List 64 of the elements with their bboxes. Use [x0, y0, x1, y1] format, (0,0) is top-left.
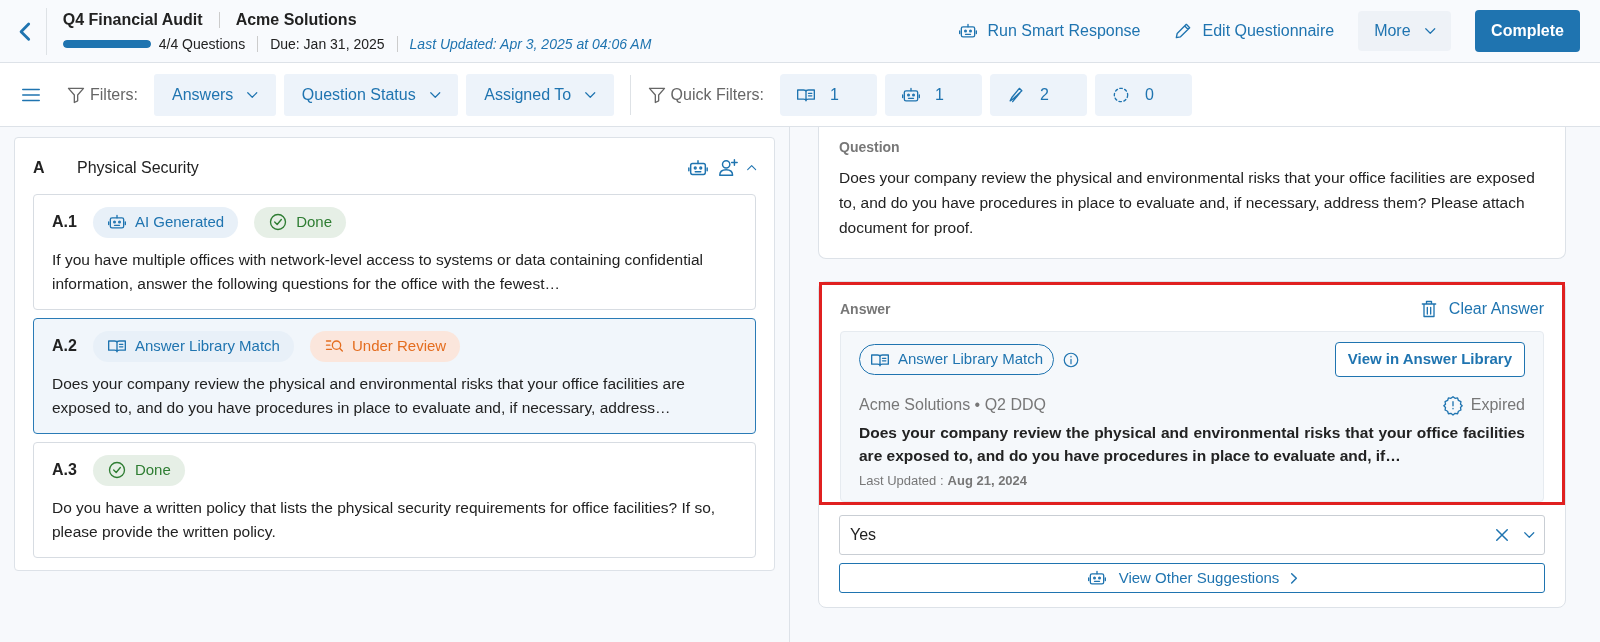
- robot-icon: [957, 21, 978, 41]
- question-text: Does your company review the physical and environmental risks that your office facilities are exposed to, and do you have procedures in place to evaluate and, if necessary, address…: [52, 373, 686, 419]
- info-button[interactable]: [1062, 350, 1081, 369]
- question-label: Question: [839, 138, 901, 157]
- status-tag: Done: [92, 455, 185, 486]
- view-library-button[interactable]: View in Answer Library: [1334, 342, 1525, 377]
- section-letter: A: [33, 158, 46, 178]
- back-icon: [20, 23, 30, 41]
- question-text: Does your company review the physical and environmental risks that your office facilities are exposed to, and do you have procedures in place to evaluate and, if necessary, address them? Please attach document for proof.: [839, 168, 1536, 238]
- question-card[interactable]: A.3 Done Do you have a written policy that lists the physical security requirements for office facilities? If so, please provide the written policy.: [33, 442, 756, 559]
- complete-button[interactable]: Complete: [1475, 10, 1580, 52]
- updated-label: Last Updated :: [859, 472, 944, 491]
- quick-filter-button[interactable]: 0: [1094, 73, 1192, 116]
- quick-filter-button[interactable]: 1: [779, 73, 877, 116]
- chevron-down-icon: [1424, 28, 1436, 34]
- last-updated: Last Updated: Apr 3, 2025 at 04:06 AM: [409, 34, 652, 54]
- dropdown-button[interactable]: [1523, 531, 1534, 538]
- check-circle-icon: [268, 212, 289, 233]
- chevron-down-icon: [585, 91, 596, 98]
- question-count: 4/4 Questions: [158, 34, 246, 54]
- more-button[interactable]: More: [1358, 11, 1452, 51]
- info-icon: [1062, 350, 1081, 369]
- question-number: A.3: [52, 460, 77, 481]
- chevron-down-icon: [247, 91, 258, 98]
- client-name: Acme Solutions: [235, 9, 357, 30]
- quick-filters-label: Quick Filters:: [670, 84, 764, 105]
- questionnaire-title: Q4 Financial Audit: [62, 9, 203, 30]
- filter-dropdown[interactable]: Question Status: [283, 73, 459, 116]
- question-card[interactable]: A.1 AI Generated Done If you have multiple offices with network-level access to systems or data containing confidential information, answer the following questions for the office with the fewest…: [33, 194, 756, 311]
- status-text: Expired: [1470, 394, 1525, 415]
- edit-button[interactable]: Edit Questionnaire: [1164, 13, 1343, 49]
- chevron-down-icon: [429, 91, 441, 98]
- suggestions-button[interactable]: View Other Suggestions: [839, 562, 1545, 593]
- filters-label: Filters:: [90, 84, 138, 105]
- question-number: A.1: [52, 212, 77, 233]
- answer-label: Answer: [840, 299, 891, 319]
- user-plus-icon: [716, 157, 739, 179]
- quick-filter-button[interactable]: 2: [989, 73, 1087, 116]
- smart-response-button[interactable]: Run Smart Response: [949, 13, 1149, 49]
- status-tag: Under Review: [309, 331, 461, 362]
- clear-answer-button[interactable]: Clear Answer: [1418, 297, 1544, 322]
- status-tag: Answer Library Match: [92, 331, 294, 362]
- chevron-right-icon: [1291, 572, 1298, 584]
- status-tag: Done: [254, 207, 346, 238]
- chevron-down-icon: [1523, 531, 1534, 538]
- filter-dropdown[interactable]: Assigned To: [466, 73, 614, 116]
- source-text: Acme Solutions • Q2 DDQ: [859, 394, 1046, 415]
- close-icon: [1495, 528, 1508, 541]
- filter-dropdown[interactable]: Answers: [154, 73, 276, 116]
- question-card[interactable]: [33, 318, 756, 435]
- question-text: If you have multiple offices with network-level access to systems or data containing confidential information, answer the following questions for the office with the fewest…: [52, 249, 705, 295]
- question-text: Do you have a written policy that lists the physical security requirements for office facilities? If so, please provide the written policy.: [52, 497, 717, 543]
- status-tag: AI Generated: [92, 207, 239, 238]
- quick-filter-button[interactable]: 1: [884, 73, 982, 116]
- question-number: A.2: [52, 336, 77, 357]
- answer-text: Does your company review the physical and environmental risks that your office facilities are exposed to, and do you have procedures in place to evaluate and, if…: [859, 422, 1525, 467]
- answer-select[interactable]: Yes: [839, 514, 1545, 555]
- updated-date: Aug 21, 2024: [947, 472, 1028, 491]
- due-date: Due: Jan 31, 2025: [270, 34, 385, 54]
- check-circle-icon: [106, 460, 127, 481]
- alert-badge-icon: [1442, 394, 1463, 415]
- clear-button[interactable]: [1495, 528, 1508, 541]
- assign-button[interactable]: [716, 157, 739, 179]
- section-title: Physical Security: [77, 158, 199, 178]
